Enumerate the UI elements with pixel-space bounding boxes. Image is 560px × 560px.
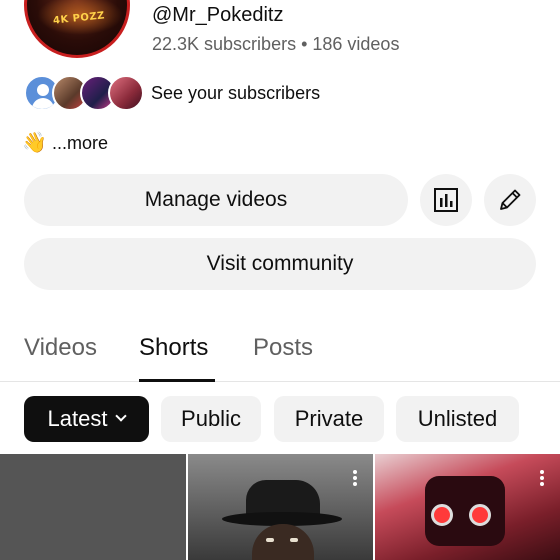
visit-community-button[interactable]: Visit community [24,238,536,290]
subscriber-avatar [108,75,144,111]
subscriber-avatars[interactable] [24,75,144,111]
bar-chart-icon [434,188,458,212]
channel-handle: @Mr_Pokeditz [152,4,284,26]
tab-posts[interactable]: Posts [253,334,313,362]
see-subscribers-link[interactable]: See your subscribers [151,83,320,104]
channel-avatar[interactable]: 4K POZZ [24,0,130,58]
manage-videos-button[interactable]: Manage videos [24,174,408,226]
selected-tab-indicator [139,379,215,382]
waving-hand-icon: 👋 [22,132,47,154]
tab-videos[interactable]: Videos [24,334,97,362]
short-thumbnail[interactable] [375,454,560,560]
channel-stats: 22.3K subscribers • 186 videos [152,34,400,54]
more-options-icon[interactable] [353,470,357,486]
more-options-icon[interactable] [540,470,544,486]
filter-chip-public[interactable]: Public [161,396,261,442]
tab-shorts[interactable]: Shorts [139,334,208,362]
analytics-button[interactable] [420,174,472,226]
filter-chip-private[interactable]: Private [274,396,384,442]
description-more-link[interactable]: ...more [52,133,108,154]
short-thumbnail[interactable] [0,454,186,560]
filter-chip-unlisted[interactable]: Unlisted [396,396,519,442]
chevron-down-icon [115,410,128,422]
edit-channel-button[interactable] [484,174,536,226]
channel-tabs: Videos Shorts Posts [0,320,560,382]
short-thumbnail[interactable] [188,454,373,560]
pencil-icon [500,189,521,210]
filter-chip-latest[interactable]: Latest [24,396,149,442]
filter-chip-label: Latest [47,406,108,431]
